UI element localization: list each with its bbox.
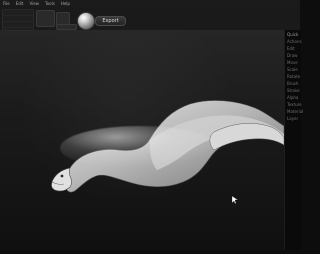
right-panel-item-9[interactable]: Alpha [287,95,301,100]
app-window: File Edit View Tools Help Export Quick A… [0,0,303,250]
right-panel-item-10[interactable]: Texture [287,102,302,107]
right-panel-item-4[interactable]: Move [287,60,301,65]
menu-edit[interactable]: Edit [16,1,24,6]
3d-viewport[interactable] [0,30,285,250]
right-panel-item-1[interactable]: Actions [287,39,302,44]
toolbar-tool-1[interactable] [36,10,55,27]
left-mini-panel [2,9,34,31]
sculpt-highlight [60,126,220,170]
menu-file[interactable]: File [3,1,10,6]
right-panel-item-0[interactable]: Quick [287,32,301,37]
right-panel-item-5[interactable]: Scale [287,67,301,72]
right-panel-item-7[interactable]: Brush [287,81,301,86]
right-panel-item-2[interactable]: Edit [287,46,301,51]
menu-help[interactable]: Help [61,1,70,6]
sphere-icon[interactable] [77,12,95,30]
export-button[interactable]: Export [95,16,126,26]
right-panel-item-12[interactable]: Layer [287,116,301,121]
sculpt-head [51,167,72,192]
right-panel-item-3[interactable]: Draw [287,53,301,58]
viewport-canvas[interactable] [0,30,285,250]
menu-view[interactable]: View [29,1,39,6]
right-panel: Quick Actions Edit Draw Move Scale Rotat… [284,30,303,250]
sculpt-eye [60,174,64,178]
right-panel-item-6[interactable]: Rotate [287,74,301,79]
right-panel-item-11[interactable]: Material [287,109,303,114]
menu-tools[interactable]: Tools [45,1,55,6]
right-panel-item-8[interactable]: Stroke [287,88,301,93]
sculpt-model[interactable] [51,100,285,193]
mouse-cursor-icon [232,196,238,204]
